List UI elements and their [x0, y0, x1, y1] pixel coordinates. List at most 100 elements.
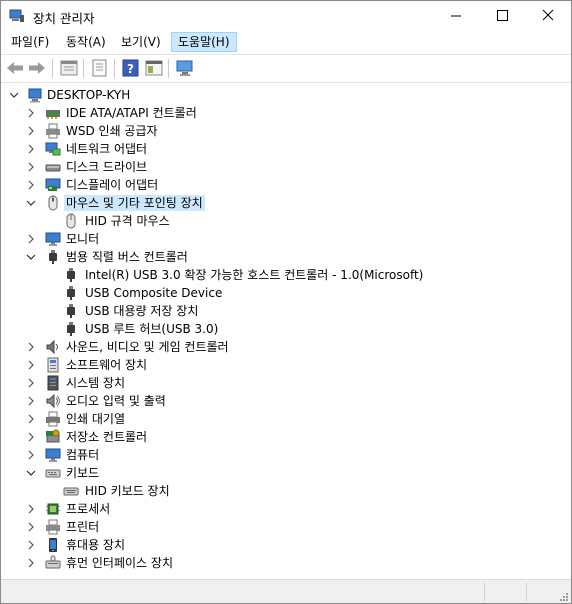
chevron-right-icon[interactable] — [25, 521, 37, 533]
tree-device[interactable]: HID 규격 마우스 — [1, 212, 571, 230]
tree-category[interactable]: 모니터 — [1, 230, 571, 248]
usb-device-icon — [67, 268, 75, 282]
tree-category[interactable]: 마우스 및 기타 포인팅 장치 — [1, 194, 571, 212]
update-driver-icon[interactable] — [90, 59, 110, 77]
tree-category-label: 저장소 컨트롤러 — [66, 430, 148, 444]
chevron-down-icon[interactable] — [8, 89, 20, 101]
window-title: 장치 관리자 — [33, 11, 95, 26]
keyboard-icon — [45, 469, 61, 478]
menu-action[interactable]: 동작(A) — [60, 32, 112, 52]
chevron-right-icon[interactable] — [25, 179, 37, 191]
tree-category[interactable]: 키보드 — [1, 464, 571, 482]
tree-category[interactable]: 휴먼 인터페이스 장치 — [1, 554, 571, 572]
action-panel-icon[interactable] — [144, 59, 164, 77]
tree-category[interactable]: 휴대용 장치 — [1, 536, 571, 554]
back-arrow-icon[interactable] — [5, 59, 25, 77]
resize-grip-icon[interactable] — [559, 592, 569, 602]
chevron-right-icon[interactable] — [25, 449, 37, 461]
usb-device-icon — [67, 304, 75, 318]
maximize-button[interactable] — [479, 1, 525, 31]
chevron-right-icon[interactable] — [25, 377, 37, 389]
chevron-right-icon[interactable] — [25, 233, 37, 245]
tree-category[interactable]: 소프트웨어 장치 — [1, 356, 571, 374]
tree-category-label: 프린터 — [66, 520, 100, 534]
menu-help[interactable]: 도움말(H) — [171, 32, 237, 52]
tree-device[interactable]: USB Composite Device — [1, 284, 571, 302]
status-cell — [486, 583, 527, 601]
mouse-device-icon — [66, 213, 76, 229]
tree-root-label: DESKTOP-KYH — [47, 88, 131, 102]
menu-file[interactable]: 파일(F) — [5, 32, 55, 52]
tree-device[interactable]: HID 키보드 장치 — [1, 482, 571, 500]
tree-device-label: HID 키보드 장치 — [85, 484, 170, 498]
chevron-right-icon[interactable] — [25, 107, 37, 119]
tree-device-label: USB 대용량 저장 장치 — [85, 304, 199, 318]
tree-category[interactable]: 범용 직렬 버스 컨트롤러 — [1, 248, 571, 266]
tree-category[interactable]: 시스템 장치 — [1, 374, 571, 392]
help-icon[interactable]: ? — [121, 59, 141, 77]
usb-device-icon — [67, 322, 75, 336]
chevron-right-icon[interactable] — [25, 503, 37, 515]
close-button[interactable] — [525, 1, 571, 31]
tree-category-label: 인쇄 대기열 — [66, 412, 126, 426]
chevron-right-icon[interactable] — [25, 125, 37, 137]
chevron-down-icon[interactable] — [25, 251, 37, 263]
tree-root[interactable]: DESKTOP-KYH — [1, 86, 571, 104]
audio-icon — [46, 393, 60, 409]
tree-category[interactable]: 프로세서 — [1, 500, 571, 518]
chevron-right-icon[interactable] — [25, 539, 37, 551]
keyboard-device-icon — [63, 487, 79, 496]
system-device-icon — [47, 375, 59, 391]
chevron-right-icon[interactable] — [25, 395, 37, 407]
tree-category[interactable]: WSD 인쇄 공급자 — [1, 122, 571, 140]
tree-category[interactable]: 인쇄 대기열 — [1, 410, 571, 428]
tree-category[interactable]: 컴퓨터 — [1, 446, 571, 464]
chevron-right-icon[interactable] — [25, 161, 37, 173]
scan-hardware-icon[interactable] — [175, 59, 195, 77]
chevron-right-icon[interactable] — [25, 143, 37, 155]
chevron-right-icon[interactable] — [25, 413, 37, 425]
chevron-right-icon[interactable] — [25, 341, 37, 353]
svg-text:?: ? — [127, 62, 134, 76]
tree-category-label: 오디오 입력 및 출력 — [66, 394, 166, 408]
tree-device[interactable]: USB 대용량 저장 장치 — [1, 302, 571, 320]
tree-category-label: 프로세서 — [66, 502, 111, 516]
tree-category-label: 휴대용 장치 — [66, 538, 126, 552]
chevron-right-icon[interactable] — [25, 359, 37, 371]
properties-icon[interactable] — [59, 59, 79, 77]
title-bar[interactable]: 장치 관리자 — [1, 1, 571, 31]
tree-device-label: USB Composite Device — [85, 286, 223, 300]
tree-device[interactable]: Intel(R) USB 3.0 확장 가능한 호스트 컨트롤러 - 1.0(M… — [1, 266, 571, 284]
tree-category[interactable]: 오디오 입력 및 출력 — [1, 392, 571, 410]
tree-category[interactable]: 디스크 드라이브 — [1, 158, 571, 176]
chevron-right-icon[interactable] — [25, 431, 37, 443]
ide-controller-icon — [46, 110, 60, 119]
chevron-down-icon[interactable] — [25, 197, 37, 209]
minimize-button[interactable] — [433, 1, 479, 31]
chevron-right-icon[interactable] — [25, 557, 37, 569]
device-tree[interactable]: DESKTOP-KYH IDE ATA/ATAPI 컨트롤러 WSD 인쇄 공급자 네… — [1, 83, 571, 577]
tree-category-label: 소프트웨어 장치 — [66, 358, 148, 372]
tree-category-label: 마우스 및 기타 포인팅 장치 — [64, 195, 205, 211]
menu-view[interactable]: 보기(V) — [115, 32, 167, 52]
portable-device-icon — [49, 538, 57, 552]
printer-provider-icon — [46, 123, 60, 139]
tree-category[interactable]: 프린터 — [1, 518, 571, 536]
storage-controller-icon — [46, 429, 60, 443]
tree-category[interactable]: 네트워크 어댑터 — [1, 140, 571, 158]
tree-category-label: 범용 직렬 버스 컨트롤러 — [66, 250, 188, 264]
hid-icon — [45, 555, 61, 569]
forward-arrow-icon[interactable] — [27, 59, 47, 77]
tree-category[interactable]: 저장소 컨트롤러 — [1, 428, 571, 446]
tree-device[interactable]: USB 루트 허브(USB 3.0) — [1, 320, 571, 338]
status-cell — [1, 583, 485, 601]
tree-category[interactable]: 디스플레이 어댑터 — [1, 176, 571, 194]
chevron-down-icon[interactable] — [25, 467, 37, 479]
tree-category[interactable]: 사운드, 비디오 및 게임 컨트롤러 — [1, 338, 571, 356]
monitor-icon — [45, 232, 61, 246]
device-manager-icon — [9, 9, 24, 22]
tree-category-label: 키보드 — [66, 466, 100, 480]
tree-category-label: IDE ATA/ATAPI 컨트롤러 — [66, 106, 197, 120]
tree-category[interactable]: IDE ATA/ATAPI 컨트롤러 — [1, 104, 571, 122]
print-queue-icon — [46, 411, 60, 427]
